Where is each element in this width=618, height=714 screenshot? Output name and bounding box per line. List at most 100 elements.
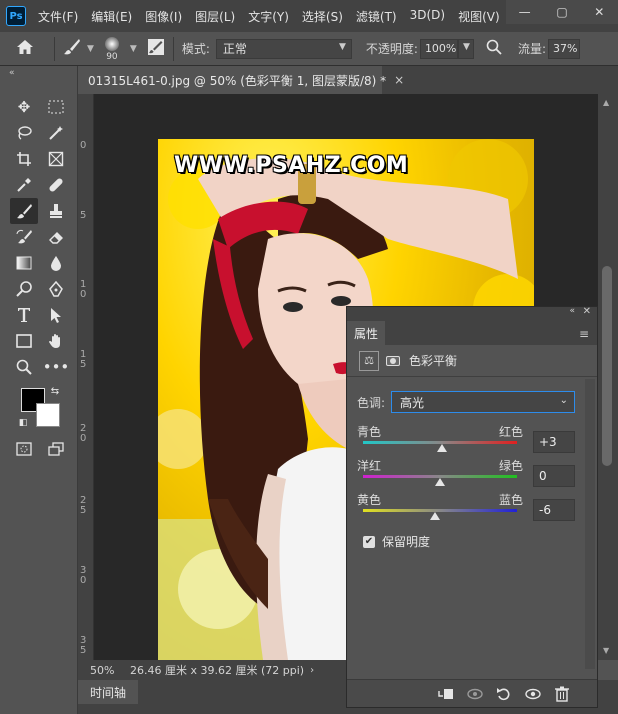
opacity-dropdown[interactable]: ▼ bbox=[457, 38, 474, 59]
cyan-label: 青色 bbox=[357, 425, 382, 439]
flow-input[interactable]: 37% bbox=[547, 38, 580, 59]
path-selection-tool-icon[interactable] bbox=[42, 302, 70, 328]
preserve-luminosity-row: ✔ 保留明度 bbox=[363, 533, 430, 550]
panel-menu-icon[interactable]: ≡ bbox=[579, 327, 589, 341]
opacity-input[interactable]: 100% bbox=[419, 38, 458, 59]
vertical-scrollbar[interactable]: ▲ ▼ bbox=[598, 94, 618, 660]
brush-panel-icon bbox=[147, 39, 164, 55]
collapse-panel-icon[interactable]: « bbox=[569, 306, 575, 316]
mode-select[interactable]: 正常 ▼ bbox=[215, 38, 352, 59]
quick-mask-icon[interactable] bbox=[10, 436, 38, 462]
scrollbar-thumb[interactable] bbox=[602, 266, 612, 466]
separator bbox=[54, 36, 55, 61]
green-label: 绿色 bbox=[499, 459, 524, 473]
move-tool-icon[interactable]: ✥ bbox=[10, 94, 38, 120]
panel-footer bbox=[347, 679, 597, 707]
panel-scrollbar[interactable] bbox=[585, 379, 595, 669]
red-label: 红色 bbox=[499, 425, 524, 439]
eyedropper-tool-icon[interactable] bbox=[10, 172, 38, 198]
zoom-tool-icon[interactable] bbox=[10, 354, 38, 380]
mode-label: 模式: bbox=[181, 42, 210, 56]
magenta-green-value[interactable]: 0 bbox=[533, 465, 575, 487]
menu-select[interactable]: 选择(S) bbox=[302, 8, 343, 25]
pressure-opacity-button[interactable] bbox=[486, 39, 502, 58]
eraser-tool-icon[interactable] bbox=[42, 224, 70, 250]
home-button[interactable] bbox=[16, 39, 46, 58]
toggle-visibility-icon[interactable] bbox=[522, 683, 544, 705]
yellow-blue-slider: 黄色 蓝色 -6 bbox=[357, 491, 577, 525]
reset-icon[interactable] bbox=[493, 683, 515, 705]
close-panel-icon[interactable]: ✕ bbox=[583, 306, 591, 317]
menu-bar: Ps 文件(F) 编辑(E) 图像(I) 图层(L) 文字(Y) 选择(S) 滤… bbox=[0, 0, 618, 32]
preserve-luminosity-checkbox[interactable]: ✔ bbox=[363, 535, 375, 548]
tab-timeline[interactable]: 时间轴 bbox=[78, 680, 138, 704]
rectangle-tool-icon[interactable] bbox=[10, 328, 38, 354]
menu-type[interactable]: 文字(Y) bbox=[248, 8, 289, 25]
default-colors-icon[interactable]: ◧ bbox=[16, 416, 30, 430]
trash-icon[interactable] bbox=[551, 683, 573, 705]
menu-view[interactable]: 视图(V) bbox=[458, 8, 500, 25]
scroll-down-icon[interactable]: ▼ bbox=[603, 646, 609, 655]
swap-colors-icon[interactable]: ⇆ bbox=[48, 384, 62, 398]
brush-tool-icon[interactable] bbox=[10, 198, 38, 224]
history-brush-tool-icon[interactable] bbox=[10, 224, 38, 250]
slider-thumb[interactable] bbox=[435, 478, 445, 486]
chevron-down-icon[interactable]: ▼ bbox=[130, 44, 137, 54]
pen-tool-icon[interactable] bbox=[42, 276, 70, 302]
slider-thumb[interactable] bbox=[430, 512, 441, 520]
magenta-label: 洋红 bbox=[357, 459, 382, 473]
view-previous-state-icon[interactable] bbox=[464, 683, 486, 705]
lasso-tool-icon[interactable] bbox=[10, 120, 38, 146]
dodge-tool-icon[interactable] bbox=[10, 276, 38, 302]
magic-wand-tool-icon[interactable] bbox=[42, 120, 70, 146]
minimize-button[interactable]: — bbox=[506, 0, 543, 24]
zoom-level[interactable]: 50% bbox=[78, 664, 116, 677]
brush-size-picker[interactable]: 90 bbox=[98, 34, 126, 64]
blur-tool-icon[interactable] bbox=[42, 250, 70, 276]
menu-edit[interactable]: 编辑(E) bbox=[91, 8, 132, 25]
frame-tool-icon[interactable] bbox=[42, 146, 70, 172]
brush-tool-preset-button[interactable] bbox=[63, 38, 83, 59]
gradient-tool-icon[interactable] bbox=[10, 250, 38, 276]
status-menu-arrow[interactable]: › bbox=[310, 665, 314, 676]
document-tab-bar: 01315L461-0.jpg @ 50% (色彩平衡 1, 图层蒙版/8) *… bbox=[78, 66, 618, 94]
close-button[interactable]: ✕ bbox=[581, 0, 618, 24]
brush-size-value: 90 bbox=[106, 51, 118, 62]
document-tab[interactable]: 01315L461-0.jpg @ 50% (色彩平衡 1, 图层蒙版/8) *… bbox=[78, 66, 404, 94]
type-tool-icon[interactable] bbox=[10, 302, 38, 328]
close-icon[interactable]: × bbox=[394, 73, 404, 87]
stamp-tool-icon[interactable] bbox=[42, 198, 70, 224]
yellow-blue-value[interactable]: -6 bbox=[533, 499, 575, 521]
magenta-green-slider: 洋红 绿色 0 bbox=[357, 457, 577, 491]
layer-mask-icon[interactable] bbox=[383, 351, 403, 371]
menu-filter[interactable]: 滤镜(T) bbox=[356, 8, 397, 25]
more-tools-icon[interactable]: ••• bbox=[42, 354, 70, 380]
scroll-up-icon[interactable]: ▲ bbox=[603, 98, 609, 107]
background-color-swatch[interactable] bbox=[36, 403, 60, 427]
tone-label: 色调: bbox=[357, 395, 386, 410]
menu-layer[interactable]: 图层(L) bbox=[195, 8, 235, 25]
marquee-tool-icon[interactable] bbox=[42, 94, 70, 120]
restore-button[interactable]: ▢ bbox=[543, 0, 580, 24]
hand-tool-icon[interactable] bbox=[42, 328, 70, 354]
tone-select[interactable]: 高光 ⌄ bbox=[391, 391, 576, 413]
slider-thumb[interactable] bbox=[437, 444, 448, 452]
flow-label: 流量: bbox=[517, 42, 546, 56]
clip-to-layer-icon[interactable] bbox=[435, 683, 457, 705]
adjustment-title-row: ⚖ 色彩平衡 bbox=[347, 345, 597, 377]
brush-settings-button[interactable] bbox=[147, 38, 165, 59]
healing-brush-tool-icon[interactable] bbox=[42, 172, 70, 198]
screen-mode-icon[interactable] bbox=[42, 436, 70, 462]
blue-label: 蓝色 bbox=[499, 493, 524, 507]
balance-scale-icon[interactable]: ⚖ bbox=[359, 350, 379, 371]
separator bbox=[172, 36, 174, 61]
options-bar: ▼ 90 ▼ 模式: 正常 ▼ 不透明度: 100% ▼ 流量: 37% bbox=[0, 32, 618, 66]
collapse-icon[interactable]: « bbox=[9, 68, 15, 78]
tab-properties[interactable]: 属性 bbox=[347, 321, 385, 345]
crop-tool-icon[interactable] bbox=[10, 146, 38, 172]
menu-file[interactable]: 文件(F) bbox=[38, 8, 78, 25]
menu-image[interactable]: 图像(I) bbox=[145, 8, 182, 25]
menu-3d[interactable]: 3D(D) bbox=[410, 8, 445, 25]
chevron-down-icon[interactable]: ▼ bbox=[87, 44, 94, 54]
cyan-red-value[interactable]: +3 bbox=[533, 431, 575, 453]
